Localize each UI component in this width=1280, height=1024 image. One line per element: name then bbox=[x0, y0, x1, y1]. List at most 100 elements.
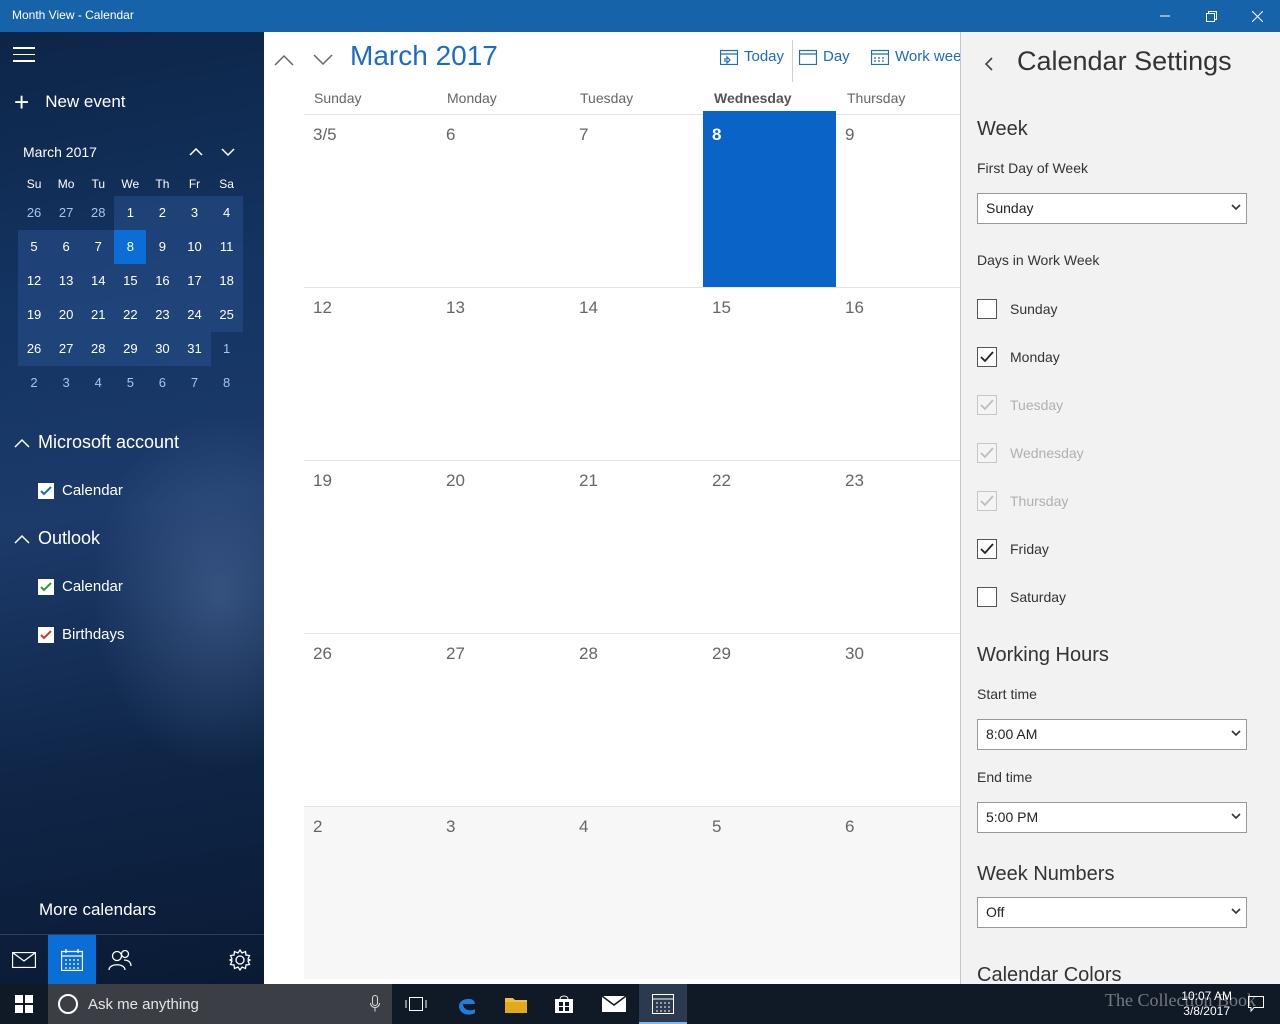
mini-day[interactable]: 13 bbox=[50, 264, 83, 298]
day-cell[interactable]: 16 bbox=[836, 288, 960, 461]
day-cell[interactable]: 26 bbox=[304, 634, 437, 807]
close-button[interactable] bbox=[1234, 0, 1280, 32]
system-clock[interactable]: 10:07 AM 3/8/2017 bbox=[1181, 989, 1232, 1019]
checkbox[interactable] bbox=[38, 578, 54, 595]
mini-day[interactable]: 24 bbox=[178, 298, 211, 332]
day-cell[interactable]: 9 bbox=[836, 115, 960, 288]
people-app-button[interactable] bbox=[96, 935, 144, 984]
mini-next-month-button[interactable] bbox=[216, 140, 240, 164]
calendar-app-button[interactable] bbox=[48, 935, 96, 984]
mail-app-button[interactable] bbox=[0, 935, 48, 984]
store-button[interactable] bbox=[540, 984, 588, 1024]
account-outlook-toggle[interactable]: Outlook bbox=[14, 528, 100, 549]
checkbox-box[interactable] bbox=[977, 539, 997, 559]
mini-day[interactable]: 8 bbox=[114, 230, 147, 264]
hamburger-menu-icon[interactable] bbox=[13, 47, 35, 63]
mini-day[interactable]: 14 bbox=[82, 264, 115, 298]
mini-day[interactable]: 10 bbox=[178, 230, 211, 264]
mini-prev-month-button[interactable] bbox=[184, 140, 208, 164]
first-day-select[interactable]: Sunday bbox=[977, 193, 1247, 224]
day-cell[interactable]: 4 bbox=[570, 807, 703, 980]
mini-day[interactable]: 1 bbox=[211, 332, 243, 366]
mini-day[interactable]: 23 bbox=[146, 298, 179, 332]
mini-day[interactable]: 8 bbox=[211, 366, 243, 400]
checkbox[interactable] bbox=[38, 626, 54, 643]
cortana-search-box[interactable]: Ask me anything bbox=[48, 984, 392, 1024]
day-cell[interactable]: 21 bbox=[570, 461, 703, 634]
end-time-select[interactable]: 5:00 PM bbox=[977, 802, 1247, 833]
new-event-button[interactable]: + New event bbox=[14, 89, 126, 115]
mini-day[interactable]: 9 bbox=[146, 230, 179, 264]
day-cell[interactable]: 29 bbox=[703, 634, 836, 807]
mini-day[interactable]: 16 bbox=[146, 264, 179, 298]
work-day-checkbox-friday[interactable]: Friday bbox=[977, 539, 1049, 559]
calendar-taskbar-button[interactable] bbox=[639, 984, 687, 1024]
day-cell[interactable]: 7 bbox=[570, 115, 703, 288]
day-view-button[interactable]: Day bbox=[799, 48, 850, 65]
mini-day[interactable]: 15 bbox=[114, 264, 147, 298]
mini-day[interactable]: 3 bbox=[50, 366, 82, 400]
mini-day[interactable]: 27 bbox=[50, 332, 83, 366]
mini-day[interactable]: 26 bbox=[18, 196, 50, 230]
work-day-checkbox-monday[interactable]: Monday bbox=[977, 347, 1060, 367]
checkbox-box[interactable] bbox=[977, 347, 997, 367]
file-explorer-button[interactable] bbox=[492, 984, 540, 1024]
day-cell-today[interactable]: 8 bbox=[703, 111, 836, 288]
day-cell[interactable]: 30 bbox=[836, 634, 960, 807]
mini-day[interactable]: 31 bbox=[178, 332, 211, 366]
mini-day[interactable]: 22 bbox=[114, 298, 147, 332]
action-center-button[interactable] bbox=[1232, 984, 1280, 1024]
mini-day[interactable]: 28 bbox=[82, 332, 115, 366]
day-cell[interactable]: 6 bbox=[836, 807, 960, 980]
day-cell[interactable]: 19 bbox=[304, 461, 437, 634]
checkbox-box[interactable] bbox=[977, 299, 997, 319]
mini-day[interactable]: 28 bbox=[82, 196, 114, 230]
mini-day[interactable]: 2 bbox=[146, 196, 179, 230]
mini-day[interactable]: 6 bbox=[50, 230, 83, 264]
more-calendars-link[interactable]: More calendars bbox=[39, 900, 156, 920]
day-cell[interactable]: 22 bbox=[703, 461, 836, 634]
day-cell[interactable]: 6 bbox=[437, 115, 570, 288]
mini-day[interactable]: 3 bbox=[178, 196, 211, 230]
calendar-toggle-outlook-calendar[interactable]: Calendar bbox=[38, 578, 123, 595]
mini-day[interactable]: 2 bbox=[18, 366, 50, 400]
mini-day[interactable]: 6 bbox=[146, 366, 178, 400]
minimize-button[interactable] bbox=[1142, 0, 1188, 32]
day-cell[interactable]: 3/5 bbox=[304, 115, 437, 288]
today-button[interactable]: Today bbox=[720, 48, 784, 65]
checkbox-box[interactable] bbox=[977, 587, 997, 607]
back-button[interactable] bbox=[981, 52, 997, 79]
work-day-checkbox-sunday[interactable]: Sunday bbox=[977, 299, 1057, 319]
day-cell[interactable]: 14 bbox=[570, 288, 703, 461]
week-numbers-select[interactable]: Off bbox=[977, 897, 1247, 928]
mini-day[interactable]: 4 bbox=[82, 366, 114, 400]
checkbox[interactable] bbox=[38, 482, 54, 499]
mini-day[interactable]: 20 bbox=[50, 298, 83, 332]
calendar-toggle-microsoft-calendar[interactable]: Calendar bbox=[38, 482, 123, 499]
previous-month-button[interactable] bbox=[270, 46, 298, 74]
day-cell[interactable]: 13 bbox=[437, 288, 570, 461]
mini-day[interactable]: 25 bbox=[210, 298, 243, 332]
day-cell[interactable]: 28 bbox=[570, 634, 703, 807]
mini-day[interactable]: 4 bbox=[210, 196, 243, 230]
day-cell[interactable]: 5 bbox=[703, 807, 836, 980]
mini-day[interactable]: 5 bbox=[18, 230, 51, 264]
restore-button[interactable] bbox=[1188, 0, 1234, 32]
start-button[interactable] bbox=[0, 984, 48, 1024]
mini-day[interactable]: 5 bbox=[114, 366, 146, 400]
mini-day[interactable]: 29 bbox=[114, 332, 147, 366]
mini-day[interactable]: 17 bbox=[178, 264, 211, 298]
mini-day[interactable]: 1 bbox=[114, 196, 147, 230]
mini-day[interactable]: 21 bbox=[82, 298, 115, 332]
day-cell[interactable]: 20 bbox=[437, 461, 570, 634]
mini-day[interactable]: 12 bbox=[18, 264, 51, 298]
day-cell[interactable]: 2 bbox=[304, 807, 437, 980]
task-view-button[interactable] bbox=[392, 984, 440, 1024]
mini-day[interactable]: 19 bbox=[18, 298, 51, 332]
day-cell[interactable]: 3 bbox=[437, 807, 570, 980]
next-month-button[interactable] bbox=[309, 46, 337, 74]
mini-day[interactable]: 7 bbox=[178, 366, 210, 400]
day-cell[interactable]: 15 bbox=[703, 288, 836, 461]
microphone-icon[interactable] bbox=[370, 995, 380, 1012]
mini-day[interactable]: 18 bbox=[210, 264, 243, 298]
